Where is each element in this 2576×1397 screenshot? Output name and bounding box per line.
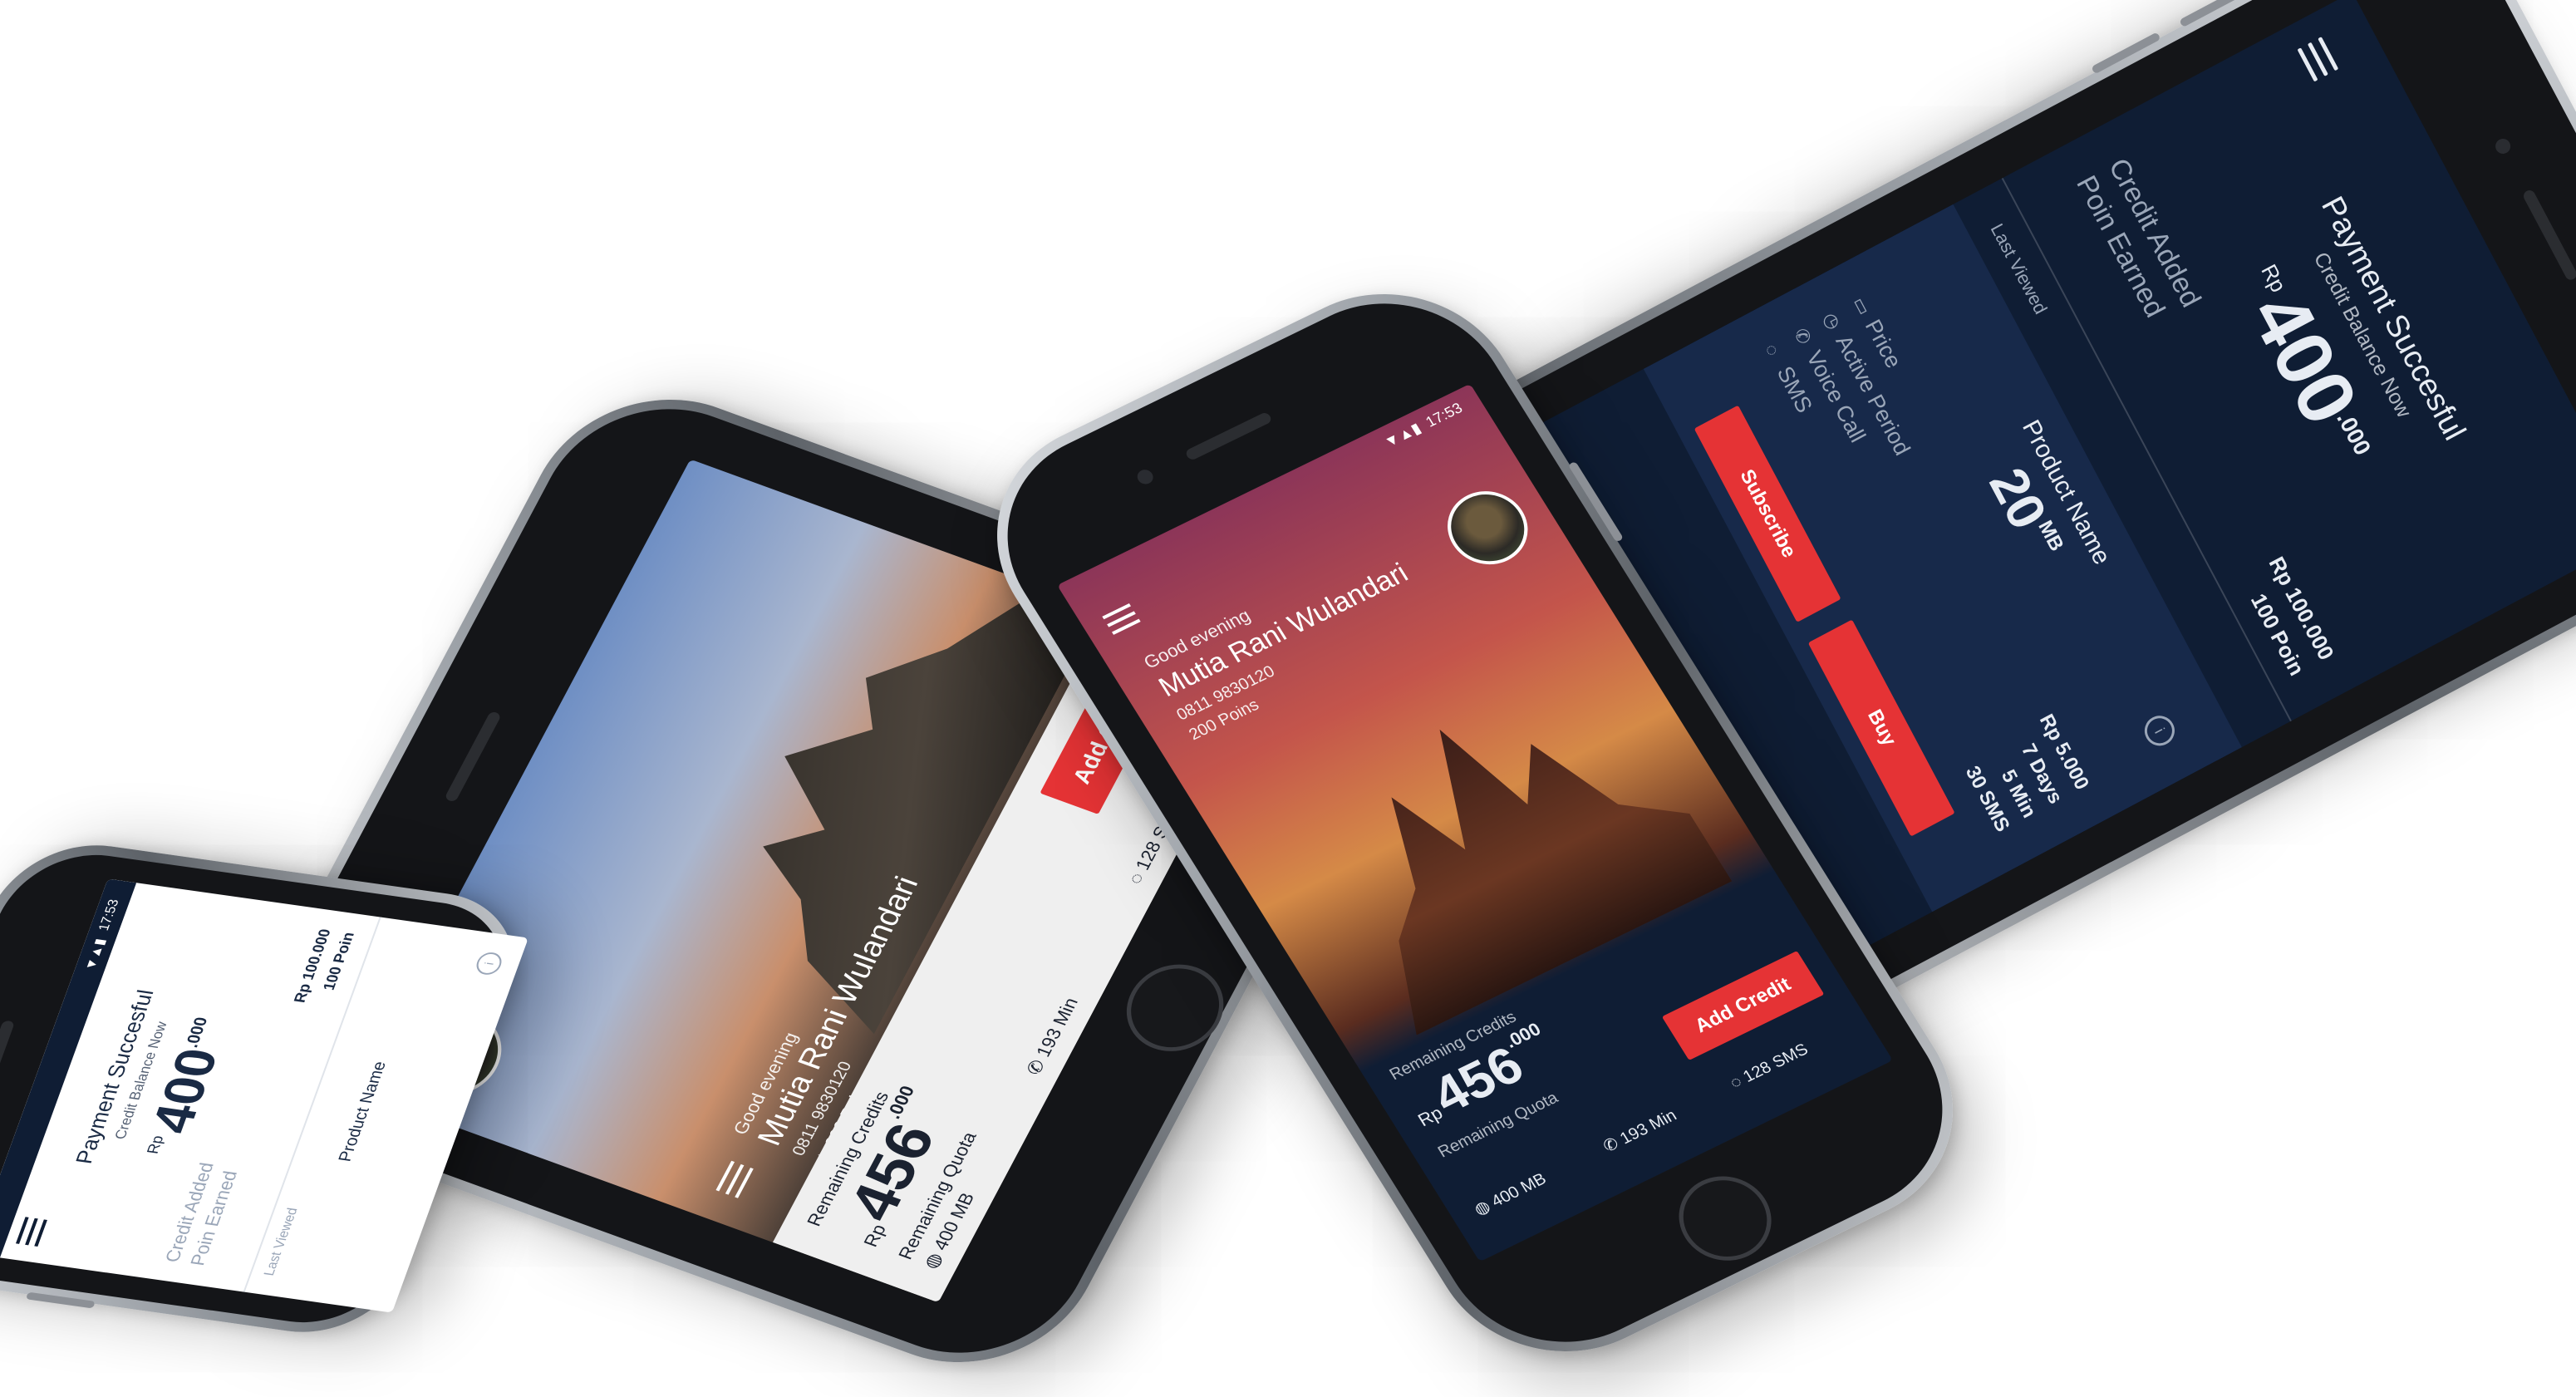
product-size-unit: MB: [2033, 517, 2068, 555]
chat-bubble-icon: ◌: [1760, 340, 1784, 360]
quota-voice: ✆ 193 Min: [1599, 1105, 1680, 1157]
currency-label: Rp: [143, 1134, 167, 1155]
quota-voice-value: 193 Min: [1616, 1106, 1680, 1149]
balance-decimal: .000: [182, 1016, 212, 1050]
signal-icon: ▼▲▮: [2570, 447, 2576, 489]
balance-decimal: .000: [2332, 406, 2377, 460]
hamburger-menu-icon[interactable]: [2291, 37, 2339, 86]
quota-sms: ◌ 128 SMS: [1727, 1040, 1812, 1093]
signal-icon: ▼▲▮: [82, 937, 109, 972]
currency-label: Rp: [859, 1222, 891, 1250]
currency-label: Rp: [2256, 259, 2292, 297]
hamburger-menu-icon[interactable]: [1102, 603, 1141, 635]
status-time: 17:53: [96, 898, 122, 932]
quota-data-value: 400 MB: [1487, 1169, 1550, 1211]
info-icon[interactable]: i: [473, 951, 505, 976]
quota-data: ◍ 400 MB: [1470, 1168, 1550, 1220]
quota-sms-value: 128 SMS: [1739, 1040, 1812, 1086]
hamburger-menu-icon[interactable]: [715, 1160, 754, 1198]
credit-decimal: .000: [882, 1083, 919, 1122]
phone-payment-light: ▼▲▮ 17:53 Payment Succesful Credit Balan…: [0, 833, 540, 1345]
avatar[interactable]: [1433, 478, 1543, 578]
